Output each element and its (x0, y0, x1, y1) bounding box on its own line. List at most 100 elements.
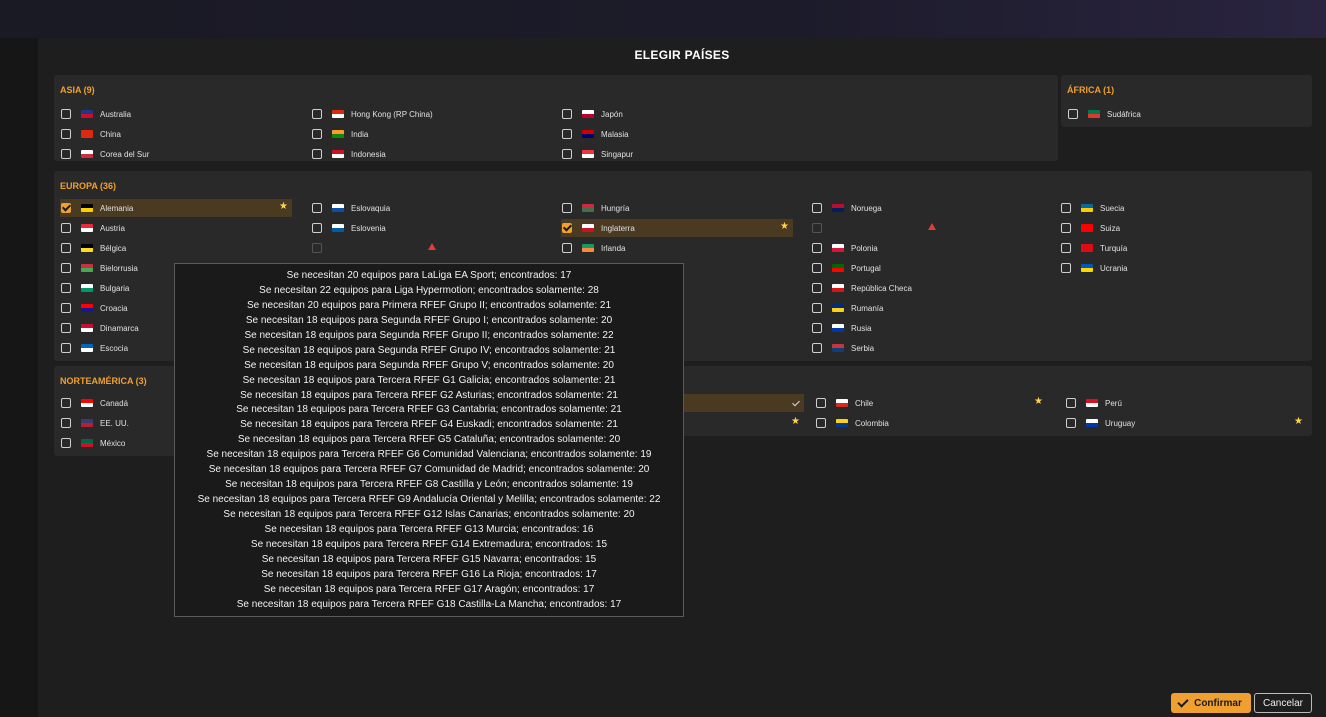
country-checkbox[interactable] (61, 438, 71, 448)
country-checkbox[interactable] (312, 223, 322, 233)
country-row[interactable]: República Checa (811, 279, 1043, 297)
country-checkbox[interactable] (812, 243, 822, 253)
country-checkbox[interactable] (312, 243, 322, 253)
country-row[interactable]: Irlanda (561, 239, 793, 257)
country-row[interactable]: Hong Kong (RP China) (311, 105, 546, 123)
tooltip-line: Se necesitan 18 equipos para Tercera RFE… (250, 538, 608, 550)
confirm-button-label: Confirmar (1194, 697, 1242, 709)
country-label: Eslovaquia (351, 203, 391, 213)
country-checkbox[interactable] (312, 109, 322, 119)
country-label: Perú (1105, 398, 1122, 408)
country-checkbox[interactable] (312, 149, 322, 159)
country-row[interactable]: Corea del Sur (60, 145, 295, 163)
country-row[interactable]: India (311, 125, 546, 143)
country-row[interactable]: Japón (561, 105, 796, 123)
country-row[interactable]: Sudáfrica (1067, 105, 1302, 123)
country-checkbox[interactable] (1061, 223, 1071, 233)
country-row[interactable]: Noruega (811, 199, 1043, 217)
country-checkbox[interactable] (61, 223, 71, 233)
flag-icon (1081, 204, 1093, 212)
country-checkbox[interactable] (1061, 263, 1071, 273)
country-checkbox[interactable] (812, 323, 822, 333)
country-row[interactable]: Polonia (811, 239, 1043, 257)
flag-icon (81, 130, 93, 138)
country-label: Singapur (601, 149, 634, 159)
country-checkbox[interactable] (816, 398, 826, 408)
country-checkbox[interactable] (61, 343, 71, 353)
country-checkbox[interactable] (812, 343, 822, 353)
country-row[interactable]: Alemania ★ (60, 199, 292, 217)
country-label: Indonesia (351, 149, 386, 159)
country-checkbox[interactable] (816, 418, 826, 428)
country-checkbox[interactable] (562, 129, 572, 139)
flag-icon (832, 304, 844, 312)
country-row[interactable] (811, 219, 1043, 237)
country-checkbox[interactable] (61, 243, 71, 253)
country-row[interactable]: Portugal (811, 259, 1043, 277)
country-checkbox[interactable] (812, 283, 822, 293)
country-row[interactable]: Eslovaquia (311, 199, 543, 217)
country-row[interactable]: Colombia (815, 414, 1047, 432)
country-row[interactable]: Suiza (1060, 219, 1292, 237)
country-label: Rusia (851, 323, 872, 333)
country-row[interactable]: Turquía (1060, 239, 1292, 257)
country-checkbox[interactable] (562, 203, 572, 213)
country-checkbox[interactable] (1066, 398, 1076, 408)
group-title-europa: EUROPA (36) (60, 181, 117, 191)
country-row[interactable]: Malasia (561, 125, 796, 143)
country-row[interactable]: Rumanía (811, 299, 1043, 317)
country-label: Escocia (100, 343, 129, 353)
country-row[interactable]: China (60, 125, 295, 143)
country-row[interactable]: Uruguay ★ (1065, 414, 1307, 432)
country-checkbox[interactable] (812, 263, 822, 273)
country-checkbox[interactable] (812, 203, 822, 213)
background-left-panel (0, 38, 38, 717)
confirm-button[interactable]: Confirmar (1171, 693, 1251, 713)
country-checkbox[interactable] (812, 303, 822, 313)
country-row[interactable]: Eslovenia (311, 219, 543, 237)
flag-icon (81, 419, 93, 427)
star-icon: ★ (1294, 416, 1303, 427)
country-row[interactable]: Perú (1065, 394, 1307, 412)
country-checkbox[interactable] (1068, 109, 1078, 119)
country-checkbox[interactable] (61, 109, 71, 119)
country-row[interactable]: Serbia (811, 339, 1043, 357)
flag-icon (81, 324, 93, 332)
country-checkbox[interactable] (562, 243, 572, 253)
country-checkbox[interactable] (61, 303, 71, 313)
country-row[interactable]: Indonesia (311, 145, 546, 163)
country-checkbox[interactable] (61, 418, 71, 428)
country-checkbox[interactable] (312, 129, 322, 139)
country-checkbox[interactable] (312, 203, 322, 213)
country-checkbox[interactable] (61, 323, 71, 333)
country-checkbox[interactable] (562, 149, 572, 159)
country-row[interactable]: Australia (60, 105, 295, 123)
country-checkbox[interactable] (562, 223, 572, 233)
country-row[interactable]: Chile ★ (815, 394, 1047, 412)
country-checkbox[interactable] (1061, 243, 1071, 253)
country-checkbox[interactable] (812, 223, 822, 233)
country-checkbox[interactable] (61, 149, 71, 159)
country-checkbox[interactable] (1061, 203, 1071, 213)
country-row[interactable]: Austria (60, 219, 292, 237)
flag-icon (81, 439, 93, 447)
country-checkbox[interactable] (61, 283, 71, 293)
country-checkbox[interactable] (61, 263, 71, 273)
country-row[interactable]: Hungría (561, 199, 793, 217)
country-row[interactable]: Inglaterra ★ (561, 219, 793, 237)
tooltip-line: Se necesitan 18 equipos para Segunda RFE… (244, 359, 614, 371)
country-checkbox[interactable] (61, 203, 71, 213)
cancel-button[interactable]: Cancelar (1254, 693, 1312, 713)
country-checkbox[interactable] (1066, 418, 1076, 428)
country-label: Irlanda (601, 243, 626, 253)
country-row[interactable]: Bélgica (60, 239, 292, 257)
country-checkbox[interactable] (61, 398, 71, 408)
country-label: Canadá (100, 398, 129, 408)
country-row[interactable]: Ucrania (1060, 259, 1292, 277)
country-row[interactable] (311, 239, 543, 257)
country-row[interactable]: Suecia (1060, 199, 1292, 217)
country-checkbox[interactable] (61, 129, 71, 139)
country-row[interactable]: Rusia (811, 319, 1043, 337)
country-row[interactable]: Singapur (561, 145, 796, 163)
country-checkbox[interactable] (562, 109, 572, 119)
